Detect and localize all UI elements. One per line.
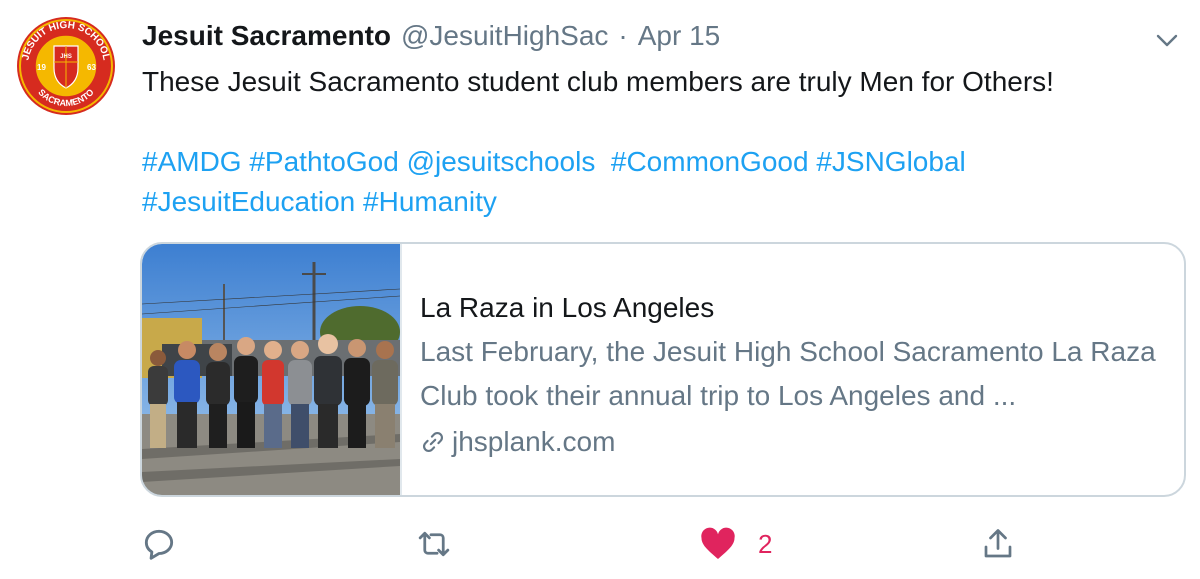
card-description: Last February, the Jesuit High School Sa… <box>420 336 1156 411</box>
separator-dot: · <box>618 20 628 51</box>
hashtag-line-1: #AMDG #PathtoGod @jesuitschools #CommonG… <box>142 142 1172 182</box>
link-preview-card[interactable]: La Raza in Los Angeles Last February, th… <box>140 242 1186 497</box>
like-button[interactable]: 2 <box>700 520 772 568</box>
group-photo-image <box>142 244 400 495</box>
reply-icon <box>144 529 174 560</box>
tweet-date[interactable]: Apr 15 <box>638 20 721 52</box>
hashtag-pathtogod[interactable]: #PathtoGod <box>249 146 398 177</box>
card-domain-text: jhsplank.com <box>452 426 616 457</box>
svg-text:19: 19 <box>37 63 46 72</box>
hashtag-amdg[interactable]: #AMDG <box>142 146 242 177</box>
reply-button[interactable] <box>140 520 178 568</box>
svg-text:JHS: JHS <box>60 54 72 60</box>
link-icon <box>423 432 443 452</box>
card-domain: jhsplank.com <box>420 420 1160 464</box>
author-name[interactable]: Jesuit Sacramento <box>142 20 391 52</box>
avatar[interactable]: JESUIT HIGH SCHOOL SACRAMENTO 19 63 JHS <box>16 16 116 116</box>
hashtag-jesuiteducation[interactable]: #JesuitEducation <box>142 186 355 217</box>
hashtag-line-2: #JesuitEducation #Humanity <box>142 182 1172 222</box>
card-photo <box>142 244 402 495</box>
hashtag-humanity[interactable]: #Humanity <box>363 186 497 217</box>
author-handle[interactable]: @JesuitHighSac <box>401 20 608 52</box>
mention-jesuitschools[interactable]: @jesuitschools <box>407 146 596 177</box>
action-bar: 2 <box>140 520 1040 568</box>
like-count: 2 <box>758 528 773 559</box>
more-options-button[interactable] <box>1150 24 1184 58</box>
chevron-down-icon <box>1156 34 1178 47</box>
hashtag-jsnglobal[interactable]: #JSNGlobal <box>816 146 965 177</box>
heart-icon <box>701 527 735 559</box>
card-body: La Raza in Los Angeles Last February, th… <box>420 288 1160 464</box>
retweet-icon <box>418 531 450 557</box>
share-icon <box>984 529 1012 558</box>
tweet-header: Jesuit Sacramento @JesuitHighSac · Apr 1… <box>142 20 720 60</box>
retweet-button[interactable] <box>414 520 454 568</box>
hashtag-commongood[interactable]: #CommonGood <box>611 146 809 177</box>
svg-text:63: 63 <box>87 63 96 72</box>
jesuit-logo-icon: JESUIT HIGH SCHOOL SACRAMENTO 19 63 JHS <box>17 17 115 115</box>
share-button[interactable] <box>980 520 1016 568</box>
card-title: La Raza in Los Angeles <box>420 292 715 323</box>
hashtags: #AMDG #PathtoGod @jesuitschools #CommonG… <box>142 142 1172 222</box>
tweet-text: These Jesuit Sacramento student club mem… <box>142 66 1054 97</box>
